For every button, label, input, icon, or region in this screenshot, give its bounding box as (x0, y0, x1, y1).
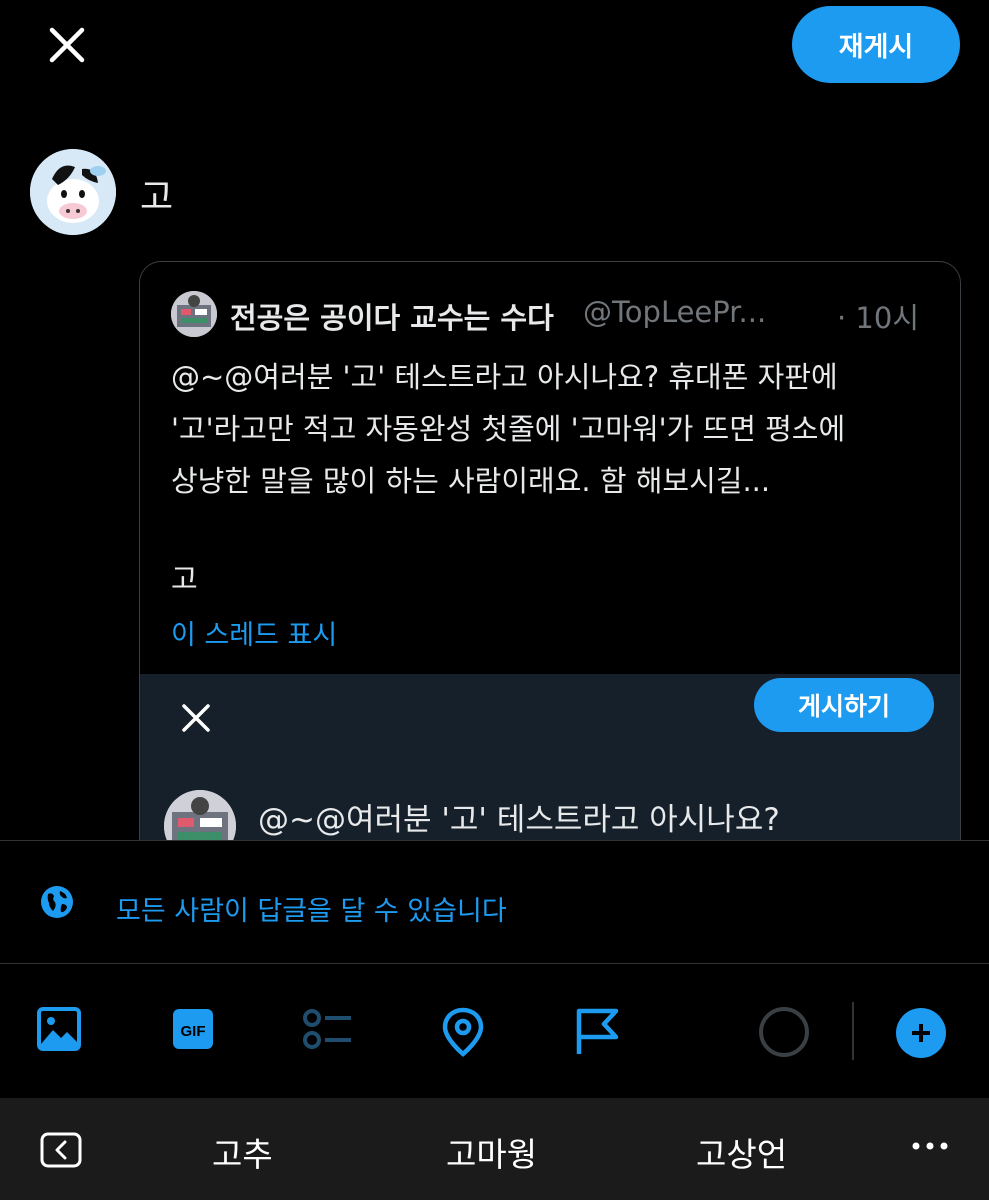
embedded-post-text: @~@여러분 '고' 테스트라고 아시나요? (258, 802, 780, 838)
compose-text[interactable]: 고 (140, 168, 173, 220)
poll-icon[interactable] (302, 1006, 354, 1058)
toolbar-divider (852, 1002, 854, 1060)
quoted-text-line: '고'라고만 적고 자동완성 첫줄에 '고마워'가 뜨면 평소에 (171, 412, 846, 446)
quoted-author-avatar (171, 291, 217, 337)
reply-permission-text[interactable]: 모든 사람이 답글을 달 수 있습니다 (116, 889, 507, 928)
suggestion-item[interactable]: 고마웡 (446, 1128, 537, 1176)
quoted-post-card[interactable]: 전공은 공이다 교수는 수다 @TopLeePr... · 10시 @~@여러분… (139, 261, 961, 903)
character-progress-ring (758, 1006, 810, 1058)
quoted-text-line: 고 (171, 562, 198, 596)
keyboard-back-icon[interactable] (40, 1132, 82, 1168)
image-icon[interactable] (36, 1006, 88, 1058)
add-icon[interactable] (896, 1008, 946, 1058)
quoted-post-time: · 10시 (837, 301, 920, 335)
flag-icon[interactable] (574, 1006, 626, 1058)
close-icon[interactable] (44, 22, 90, 68)
suggestion-item[interactable]: 고추 (212, 1128, 273, 1176)
avatar (30, 149, 116, 235)
quoted-text-line: 상냥한 말을 많이 하는 사람이래요. 함 해보시길... (171, 464, 771, 498)
repost-button[interactable]: 재게시 (792, 6, 960, 83)
quoted-text-line: @~@여러분 '고' 테스트라고 아시나요? 휴대폰 자판에 (171, 360, 838, 394)
post-button: 게시하기 (754, 678, 934, 732)
close-icon (178, 700, 214, 736)
show-thread-link[interactable]: 이 스레드 표시 (171, 613, 337, 652)
quoted-author-handle: @TopLeePr... (583, 295, 767, 329)
more-icon[interactable] (910, 1136, 950, 1156)
svg-text:GIF: GIF (181, 1023, 206, 1040)
location-icon[interactable] (440, 1006, 492, 1058)
globe-icon (40, 885, 74, 919)
gif-icon[interactable]: GIF (170, 1006, 222, 1058)
quoted-author-name: 전공은 공이다 교수는 수다 (230, 301, 554, 335)
keyboard-suggestion-bar: 고추 고마웡 고상언 (0, 1098, 989, 1200)
reply-setting-bar[interactable]: 모든 사람이 답글을 달 수 있습니다 (0, 840, 989, 964)
suggestion-item[interactable]: 고상언 (696, 1128, 787, 1176)
